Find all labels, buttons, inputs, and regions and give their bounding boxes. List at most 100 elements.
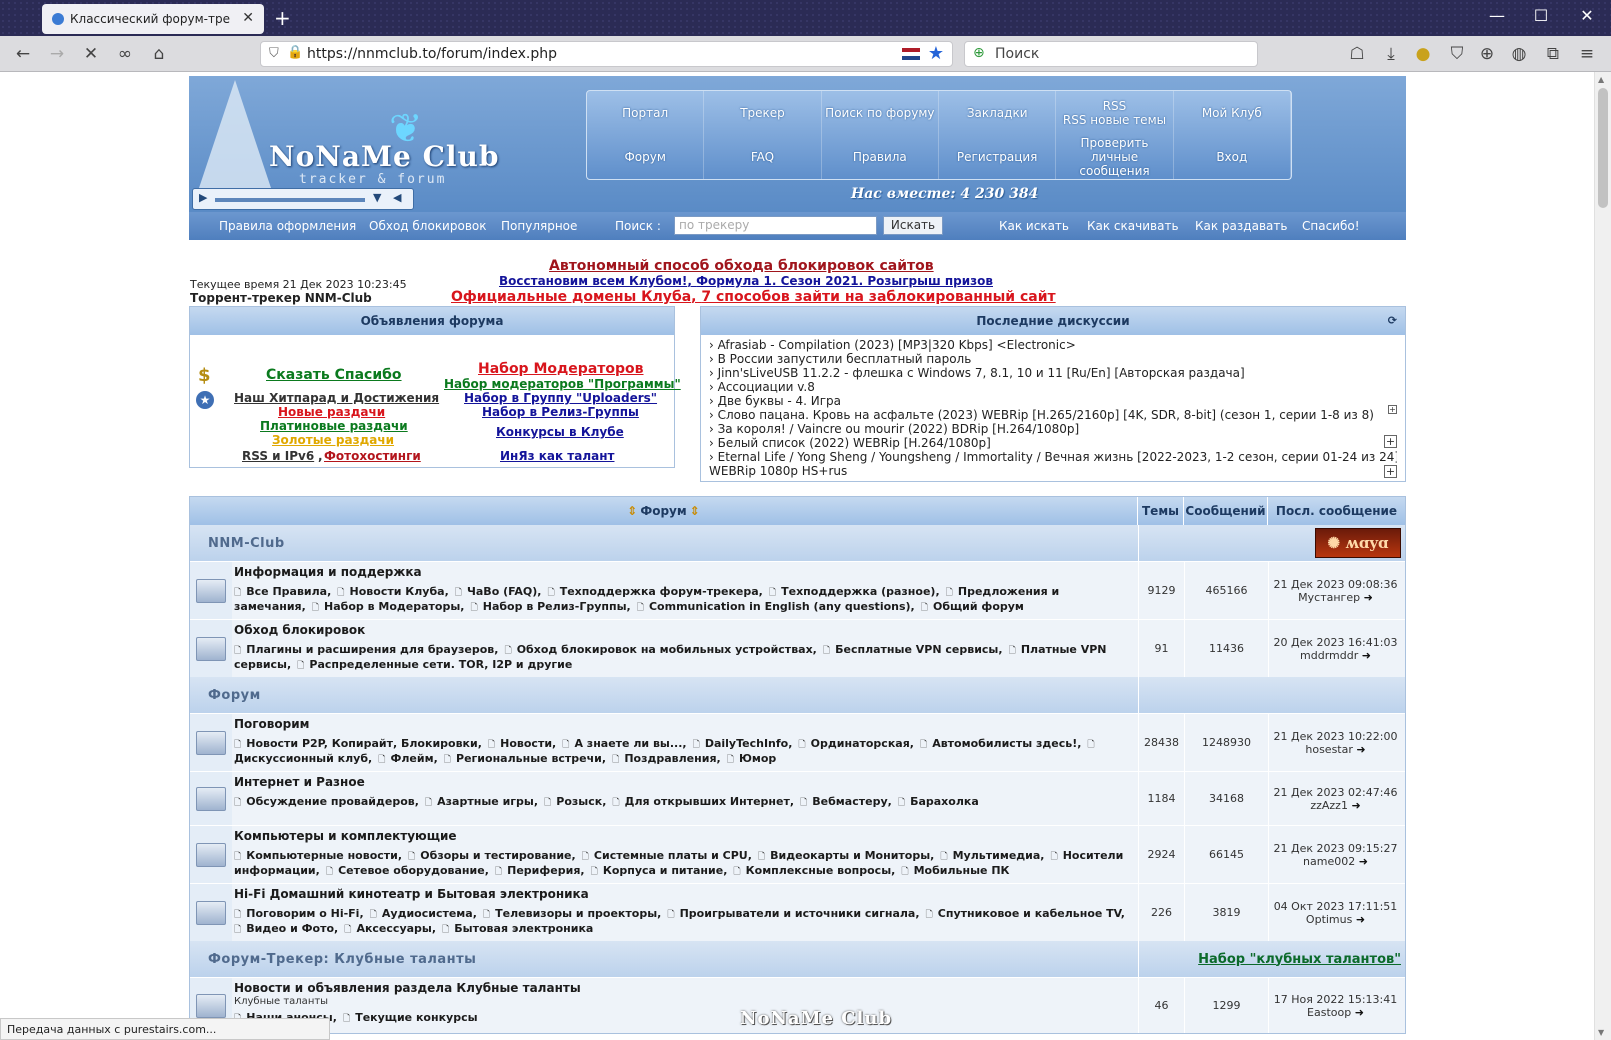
download-icon[interactable]: ⤓ — [1380, 43, 1402, 65]
subforum-link[interactable]: Для открывших Интернет, — [612, 795, 794, 808]
menu-check-messages[interactable]: Проверить личные сообщения — [1056, 135, 1174, 179]
scroll-thumb[interactable] — [1598, 88, 1608, 208]
tracking-shield-icon[interactable]: ⛉ — [269, 46, 279, 61]
subforum-link[interactable]: Телевизоры и проекторы, — [483, 907, 661, 920]
subforum-link[interactable]: Поздравления, — [612, 752, 721, 765]
subforum-link[interactable]: Вебмастеру, — [800, 795, 892, 808]
category-name[interactable]: Форум — [190, 677, 1138, 713]
subnav-popular-link[interactable]: Популярное — [501, 219, 577, 233]
scroll-up-icon[interactable]: ▲ — [1598, 75, 1604, 84]
photohost-link[interactable]: Фотохостинги — [324, 449, 421, 463]
how-seed-link[interactable]: Как раздавать — [1195, 219, 1287, 233]
home-icon[interactable]: ⌂ — [148, 43, 170, 65]
subforum-link[interactable]: Проигрыватели и источники сигнала, — [667, 907, 919, 920]
discussion-item[interactable]: › Jinn'sLiveUSB 11.2.2 - флешка с Window… — [709, 366, 1397, 380]
discussion-item[interactable]: › Afrasiab - Compilation (2023) [MP3|320… — [709, 338, 1397, 352]
subforum-link[interactable]: Обход блокировок на мобильных устройства… — [504, 643, 816, 656]
subforum-link[interactable]: Барахолка — [898, 795, 979, 808]
category-name[interactable]: Форум-Трекер: Клубные таланты — [190, 941, 1138, 977]
back-icon[interactable]: ← — [12, 43, 34, 65]
expand-icon[interactable]: + — [1384, 465, 1397, 478]
subforum-link[interactable]: Азартные игры, — [425, 795, 538, 808]
discussion-item[interactable]: › За короля! / Vaincre ou mourir (2022) … — [709, 422, 1397, 436]
subforum-link[interactable]: Комплексные вопросы, — [733, 864, 895, 877]
subnav-bypass-link[interactable]: Обход блокировок — [369, 219, 486, 233]
platinum-link[interactable]: Платиновые раздачи — [260, 419, 408, 433]
subforum-link[interactable]: Видеокарты и Мониторы, — [758, 849, 934, 862]
menu-rss[interactable]: RSS RSS новые темы — [1056, 91, 1174, 135]
browser-tab[interactable]: Классический форум-трекер ✕ — [42, 4, 264, 34]
subforum-link[interactable]: Мобильные ПК — [901, 864, 1009, 877]
private-mask-icon[interactable]: ∞ — [114, 43, 136, 65]
notice-7ways-link[interactable]: 7 способов зайти на заблокированный сайт — [701, 289, 1055, 305]
category-name[interactable]: NNM-Club — [190, 525, 1138, 561]
thanks-link[interactable]: Спасибо! — [1302, 219, 1360, 233]
last-post-user[interactable]: zzAzz1 — [1310, 799, 1348, 812]
netherlands-flag-icon[interactable] — [902, 48, 920, 60]
foreign-lang-link[interactable]: ИнЯз как талант — [500, 449, 614, 463]
goto-last-post-icon[interactable]: ➜ — [1355, 1006, 1364, 1019]
url-bar[interactable]: ⛉ 🔒 https://nnmclub.to/forum/index.php ★ — [260, 41, 953, 67]
menu-faq[interactable]: FAQ — [704, 135, 822, 179]
browser-search-bar[interactable]: ⊕ Поиск — [964, 41, 1258, 67]
goto-last-post-icon[interactable]: ➜ — [1362, 649, 1371, 662]
refresh-icon[interactable]: ⟳ — [1388, 307, 1397, 335]
tracker-search-input[interactable]: по трекеру — [674, 216, 877, 235]
forum-title-link[interactable]: Компьютеры и комплектующие — [234, 829, 1136, 843]
forum-title-link[interactable]: Информация и поддержка — [234, 565, 1136, 579]
last-post-user[interactable]: Optimus — [1306, 913, 1352, 926]
goto-last-post-icon[interactable]: ➜ — [1356, 913, 1365, 926]
subforum-link[interactable]: Техподдержка форум-трекера, — [547, 585, 762, 598]
maximize-icon[interactable]: ☐ — [1526, 6, 1556, 25]
how-download-link[interactable]: Как скачивать — [1087, 219, 1179, 233]
expand-small-icon[interactable]: + — [1388, 405, 1397, 414]
goto-last-post-icon[interactable]: ➜ — [1351, 799, 1360, 812]
menu-bookmarks[interactable]: Закладки — [939, 91, 1057, 135]
tab-close-icon[interactable]: ✕ — [242, 10, 254, 26]
goto-last-post-icon[interactable]: ➜ — [1356, 743, 1365, 756]
site-logo[interactable]: NoNaMe Club — [269, 140, 499, 173]
menu-rules[interactable]: Правила — [822, 135, 939, 179]
stop-loading-icon[interactable]: ✕ — [80, 43, 102, 65]
radio-player[interactable]: ▶ ▼ ◀ — [192, 188, 414, 210]
subforum-link[interactable]: Видео и Фото, — [234, 922, 338, 935]
menu-tracker[interactable]: Трекер — [704, 91, 822, 135]
subforum-link[interactable]: Текущие конкурсы — [343, 1011, 478, 1024]
release-groups-link[interactable]: Набор в Релиз-Группы — [482, 405, 639, 419]
subforum-link[interactable]: Автомобилисты здесь!, — [920, 737, 1081, 750]
goto-last-post-icon[interactable]: ➜ — [1364, 591, 1373, 604]
discussion-item[interactable]: › Две буквы - 4. Игра — [709, 394, 1397, 408]
subforum-link[interactable]: Ординаторская, — [798, 737, 914, 750]
subforum-link[interactable]: Новости, — [488, 737, 556, 750]
play-icon[interactable]: ▶ — [199, 191, 207, 204]
subforum-link[interactable]: Бытовая электроника — [442, 922, 593, 935]
vpn-extension-icon[interactable]: ● — [1412, 43, 1434, 65]
subnav-rules-link[interactable]: Правила оформления — [219, 219, 356, 233]
close-window-icon[interactable]: ✕ — [1572, 6, 1602, 25]
how-search-link[interactable]: Как искать — [999, 219, 1069, 233]
last-post-user[interactable]: mddrmddr — [1300, 649, 1358, 662]
subforum-link[interactable]: Розыск, — [544, 795, 606, 808]
subforum-link[interactable]: Набор в Модераторы, — [312, 600, 465, 613]
menu-register[interactable]: Регистрация — [939, 135, 1057, 179]
hitparade-link[interactable]: Наш Хитпарад и Достижения — [234, 391, 439, 405]
page-scrollbar[interactable]: ▲ ▼ — [1594, 72, 1611, 1040]
subforum-link[interactable]: Региональные встречи, — [444, 752, 606, 765]
add-extension-icon[interactable]: ⊕ — [1476, 43, 1498, 65]
menu-forum[interactable]: Форум — [587, 135, 705, 179]
subforum-link[interactable]: Общий форум — [921, 600, 1024, 613]
subforum-link[interactable]: Все Правила, — [234, 585, 331, 598]
subforum-link[interactable]: Обзоры и тестирование, — [408, 849, 576, 862]
contests-link[interactable]: Конкурсы в Клубе — [496, 425, 624, 439]
scroll-down-icon[interactable]: ▼ — [1598, 1028, 1604, 1037]
subforum-link[interactable]: Плагины и расширения для браузеров, — [234, 643, 498, 656]
say-thanks-link[interactable]: Сказать Спасибо — [266, 367, 402, 383]
subforum-link[interactable]: Аудиосистема, — [370, 907, 477, 920]
forum-title-link[interactable]: Новости и объявления раздела Клубные тал… — [234, 981, 1136, 995]
uploaders-link[interactable]: Набор в Группу "Uploaders" — [464, 391, 657, 405]
subforum-link[interactable]: Бесплатные VPN сервисы, — [823, 643, 1003, 656]
subforum-link[interactable]: Распределенные сети. TOR, I2P и другие — [297, 658, 572, 671]
forum-title-link[interactable]: Обход блокировок — [234, 623, 1136, 637]
subforum-link[interactable]: Набор в Релиз-Группы, — [471, 600, 631, 613]
last-post-user[interactable]: Eastoop — [1307, 1006, 1351, 1019]
